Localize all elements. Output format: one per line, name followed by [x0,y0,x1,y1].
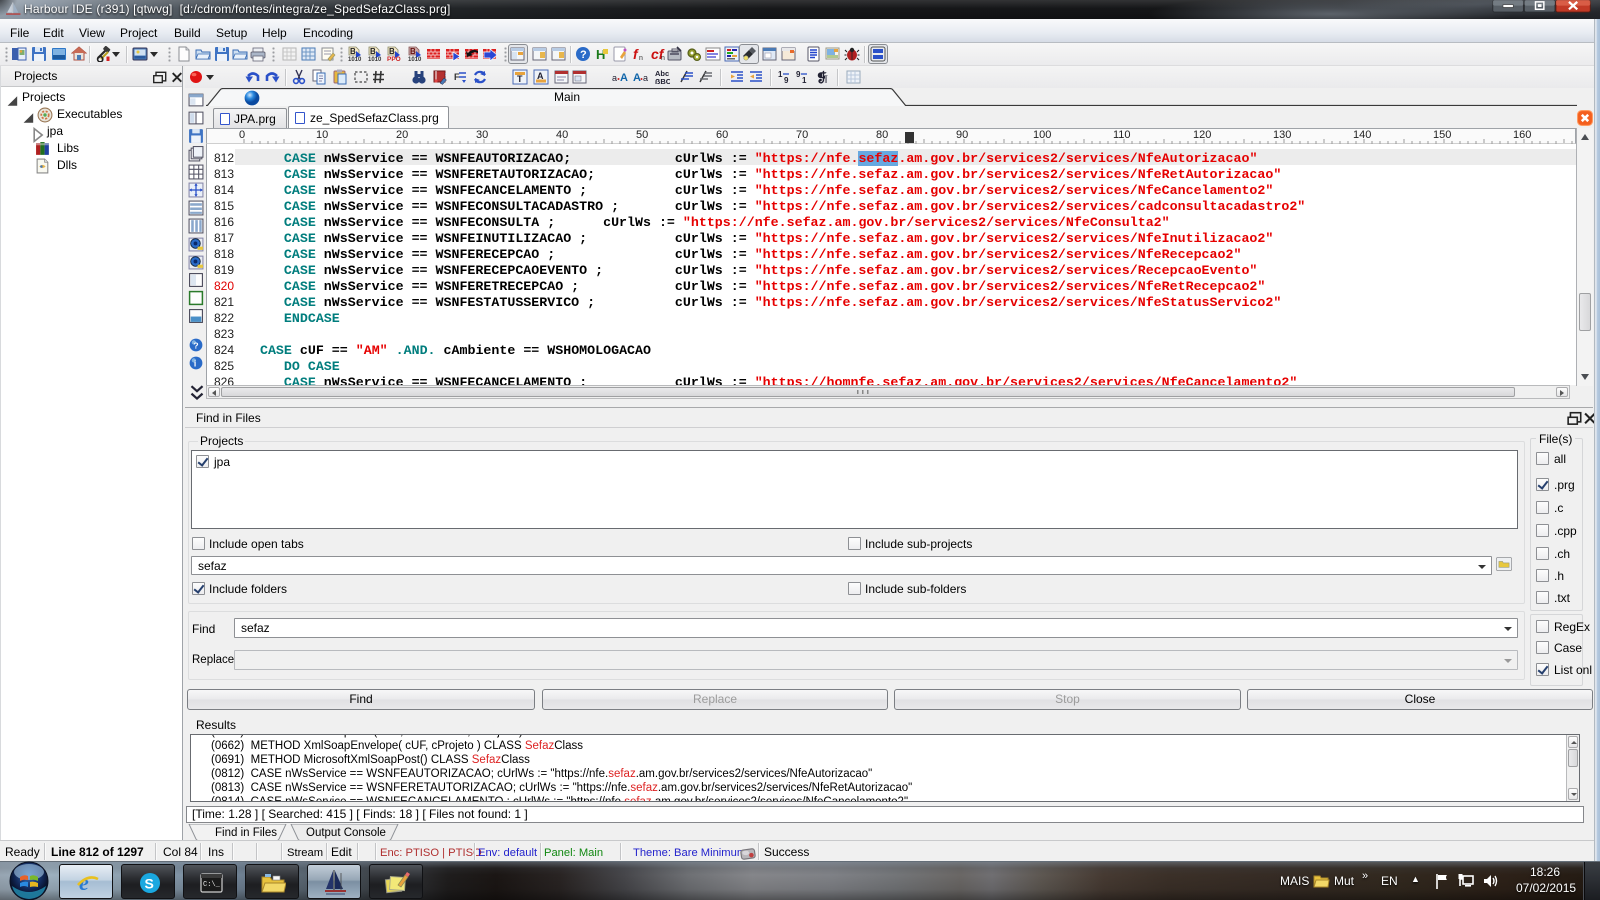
svg-text:9: 9 [796,70,801,79]
svg-text:ẞBC: ẞBC [655,77,670,85]
svg-text:a: a [643,73,648,83]
svg-text:1: 1 [802,76,807,85]
svg-text:1010: 1010 [348,57,362,62]
svg-text:a: a [612,73,617,83]
svg-text:C:\_: C:\_ [203,881,221,889]
svg-text:T: T [517,74,523,84]
svg-text:1: 1 [778,70,783,79]
svg-text:n: n [661,55,665,62]
svg-text:1010: 1010 [408,57,422,62]
svg-text:Output Console: Output Console [306,827,386,839]
svg-text:9: 9 [784,76,789,85]
svg-text:n: n [639,55,643,62]
svg-text:PPO: PPO [387,56,401,62]
svg-text:¶: ¶ [823,74,828,84]
svg-text:B: B [370,47,376,56]
svg-text:i: i [194,359,196,369]
svg-text:B: B [389,47,395,56]
svg-text:?: ? [193,341,198,351]
svg-text:S: S [145,876,154,892]
svg-text:?: ? [580,49,587,61]
svg-text:B: B [410,47,416,56]
svg-text:A: A [537,71,544,81]
svg-text:A: A [633,72,641,84]
svg-text:A: A [620,72,628,84]
svg-text:1010: 1010 [368,57,382,62]
svg-text:Find in Files: Find in Files [215,827,277,839]
svg-text:B: B [350,47,356,56]
